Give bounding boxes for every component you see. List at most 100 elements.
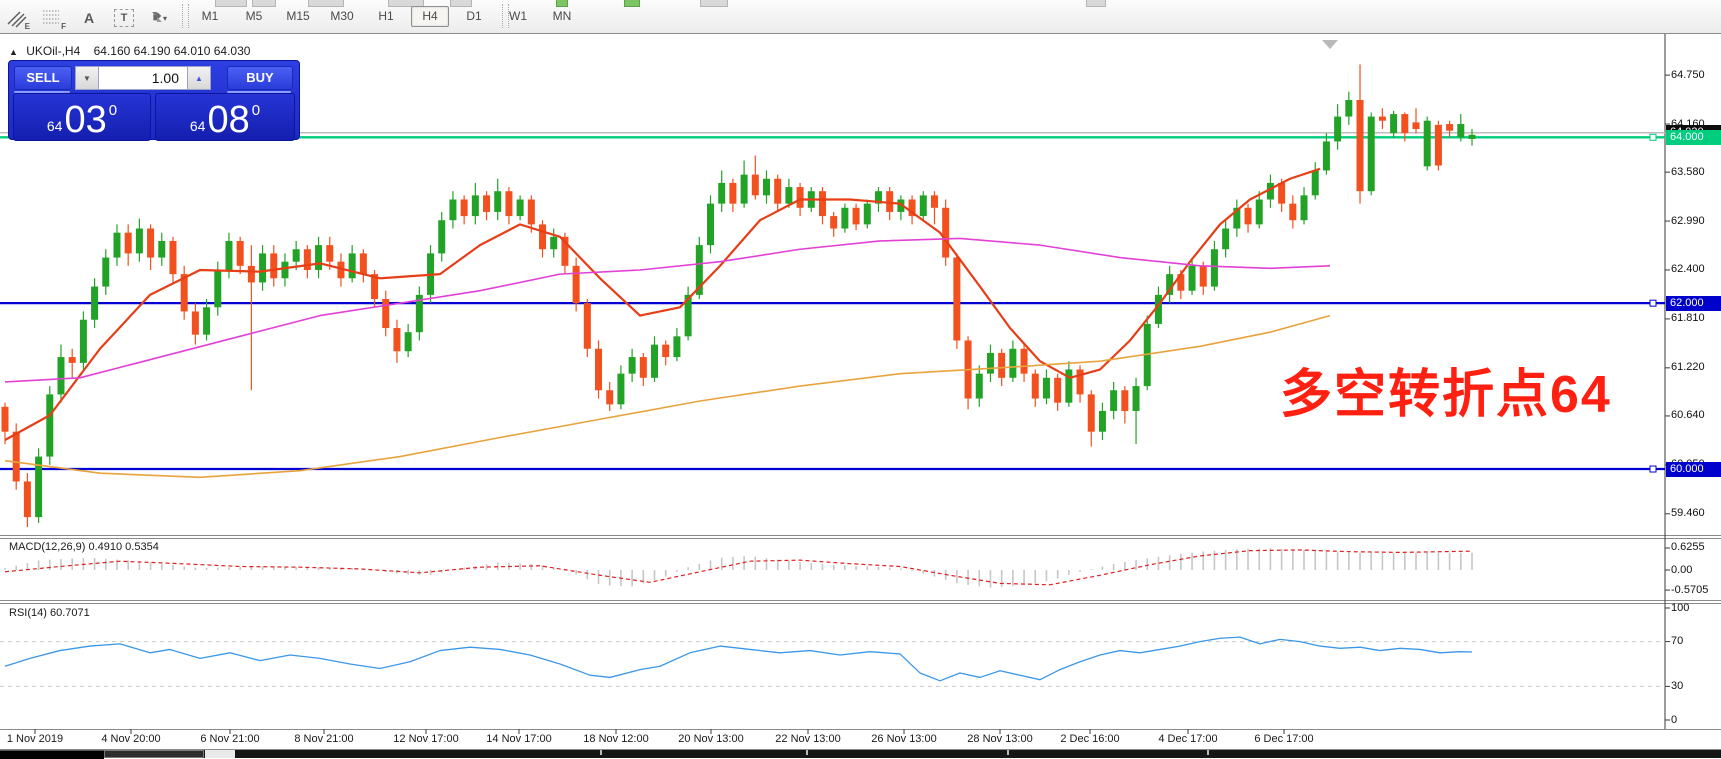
buy-button[interactable]: BUY — [227, 66, 293, 90]
candle-body — [1054, 377, 1062, 403]
price-axis-label: 62.400 — [1671, 263, 1705, 276]
candle-body — [762, 178, 770, 196]
ohlc-values: 64.160 64.190 64.010 64.030 — [93, 44, 251, 58]
candle-body — [1434, 124, 1442, 166]
time-axis-label: 26 Nov 13:00 — [871, 733, 937, 745]
candle-body — [1423, 120, 1431, 167]
sell-price-pip: 0 — [108, 102, 118, 119]
candle-body — [23, 481, 31, 518]
taskbar-tick — [1007, 750, 1009, 755]
line-handle[interactable] — [1649, 465, 1657, 473]
collapse-panel-icon[interactable]: ▲ — [9, 47, 18, 57]
candle-body — [169, 240, 177, 275]
candle-body — [550, 236, 558, 250]
candle-body — [1110, 390, 1118, 411]
candle-body — [1378, 116, 1386, 121]
rsi-indicator-label: RSI(14) 60.7071 — [9, 607, 90, 619]
taskbar-segment — [104, 750, 204, 758]
candle-body — [270, 253, 278, 279]
chart-text-annotation[interactable]: 多空转折点64 — [1280, 352, 1612, 427]
volume-decrease-button[interactable]: ▼ — [75, 66, 99, 90]
clipped-taskbar-strip — [0, 750, 1721, 759]
candle-body — [1020, 348, 1028, 374]
buy-price-pip: 0 — [251, 102, 261, 119]
candle-body — [135, 228, 143, 254]
candle-body — [1132, 386, 1140, 411]
candle-body — [785, 187, 793, 204]
candle-body — [1322, 141, 1330, 171]
candle-body — [852, 207, 860, 225]
rsi-axis-label: 70 — [1671, 635, 1684, 648]
candle-body — [1098, 410, 1106, 432]
time-axis-label: 4 Dec 17:00 — [1158, 733, 1218, 745]
candle-body — [1042, 377, 1050, 399]
candle-body — [1457, 124, 1465, 138]
line-handle[interactable] — [1649, 299, 1657, 307]
candle-body — [1210, 249, 1218, 287]
time-axis-label: 28 Nov 13:00 — [967, 733, 1033, 745]
price-tag-64.000: 64.000 — [1666, 129, 1721, 145]
rsi-axis-label: 30 — [1671, 679, 1684, 692]
candle-body — [1300, 195, 1308, 221]
chart-shift-marker[interactable] — [1322, 40, 1338, 49]
candle-body — [662, 344, 670, 358]
candle-body — [124, 232, 132, 254]
candle-body — [147, 228, 155, 258]
candle-body — [751, 174, 759, 196]
volume-input[interactable]: 1.00 — [99, 66, 187, 90]
time-axis-label: 4 Nov 20:00 — [101, 733, 161, 745]
candle-body — [930, 195, 938, 208]
candle-body — [740, 174, 748, 204]
rsi-line — [4, 636, 1473, 682]
candle-body — [102, 257, 110, 287]
macd-axis-label: 0.00 — [1671, 563, 1693, 576]
candle-body — [953, 257, 961, 341]
candle-body — [1412, 122, 1420, 130]
candle-body — [359, 253, 367, 275]
candle-body — [729, 182, 737, 204]
trade-controls-row: SELL ▼ 1.00 ▲ BUY — [9, 65, 299, 93]
sell-price-display[interactable]: 64 03 0 — [13, 93, 151, 141]
macd-indicator-label: MACD(12,26,9) 0.4910 0.5354 — [9, 541, 159, 553]
candle-body — [57, 357, 65, 395]
volume-stepper: ▼ 1.00 ▲ — [75, 66, 211, 90]
taskbar-tick — [600, 750, 602, 755]
candle-body — [483, 195, 491, 212]
price-axis-label: 61.810 — [1671, 312, 1705, 325]
candle-body — [1009, 348, 1017, 378]
candle-body — [79, 319, 87, 363]
candle-body — [494, 191, 502, 212]
time-axis-label: 8 Nov 21:00 — [294, 733, 354, 745]
one-click-trading-panel: SELL ▼ 1.00 ▲ BUY 64 03 0 64 08 0 — [8, 60, 300, 141]
candle-body — [1199, 265, 1207, 287]
candle-body — [281, 261, 289, 279]
candle-body — [527, 199, 535, 225]
volume-increase-button[interactable]: ▲ — [187, 66, 211, 90]
candle-body — [1188, 265, 1196, 291]
candle-body — [595, 348, 603, 391]
time-axis-label: 6 Dec 17:00 — [1254, 733, 1314, 745]
buy-price-small: 64 — [189, 118, 206, 134]
candle-body — [572, 265, 580, 304]
price-tag-60.000: 60.000 — [1666, 461, 1721, 477]
candle-body — [818, 191, 826, 217]
price-axis-label: 64.750 — [1671, 68, 1705, 81]
candle-body — [1121, 390, 1129, 411]
taskbar-segment — [205, 750, 235, 758]
sell-button[interactable]: SELL — [14, 66, 72, 90]
line-handle[interactable] — [1649, 133, 1657, 141]
candle-body — [919, 195, 927, 217]
time-axis-label: 2 Dec 16:00 — [1060, 733, 1120, 745]
time-axis-label: 1 Nov 2019 — [6, 733, 64, 745]
candle-body — [1065, 369, 1073, 403]
candle-body — [91, 286, 99, 320]
candle-body — [651, 344, 659, 378]
taskbar-tick — [806, 750, 808, 755]
macd-axis-label: -0.5705 — [1671, 583, 1709, 596]
buy-price-display[interactable]: 64 08 0 — [155, 93, 295, 141]
candle-body — [1401, 114, 1409, 134]
candle-body — [46, 394, 54, 457]
candle-body — [639, 357, 647, 378]
candle-body — [718, 182, 726, 204]
candle-body — [292, 249, 300, 262]
